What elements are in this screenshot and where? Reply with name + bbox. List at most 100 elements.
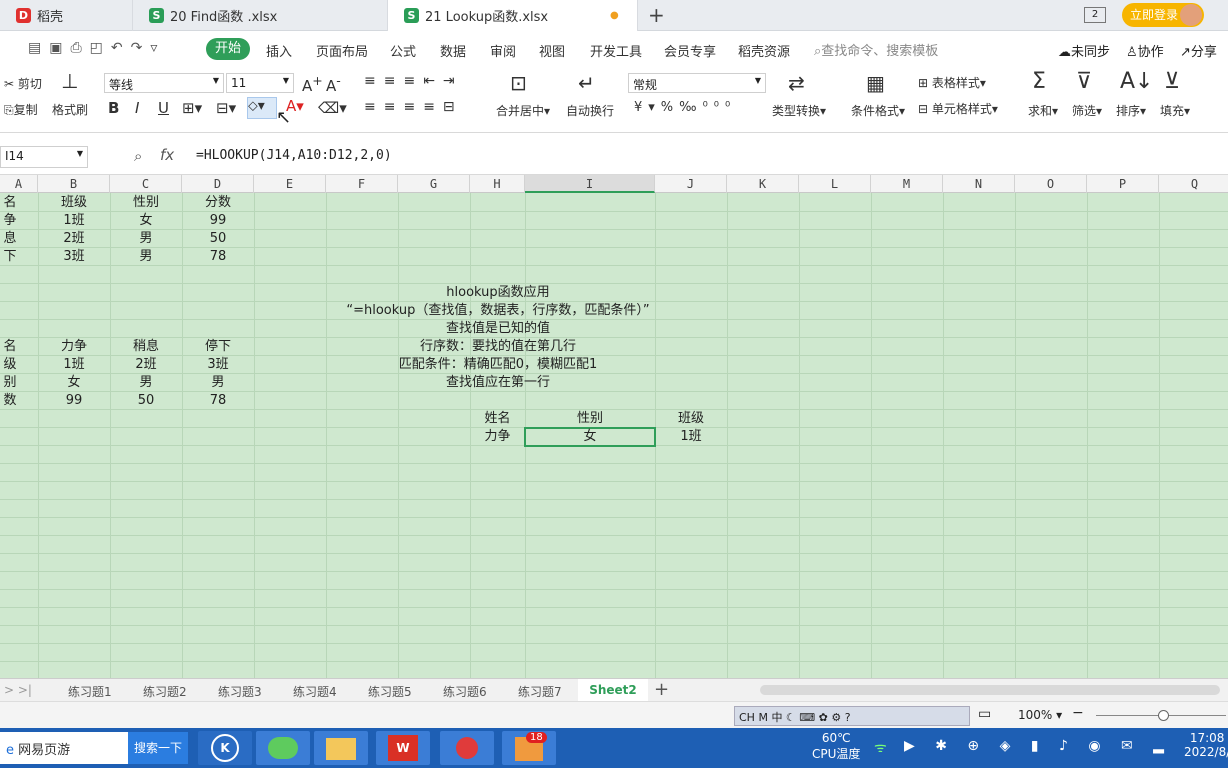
col-header-a[interactable]: A — [0, 175, 38, 193]
quick-access-icons[interactable]: ▤▣⎙◰↶↷▿ — [28, 40, 165, 56]
col-header-b[interactable]: B — [38, 175, 110, 193]
bold-icon[interactable]: B — [108, 99, 119, 117]
cell-a12[interactable]: 别 — [0, 374, 20, 392]
cell-b2[interactable]: 1班 — [38, 212, 110, 230]
align-horizontal-icons[interactable]: ≡≡≡≡⊟ — [364, 99, 463, 115]
cell-h13[interactable]: 姓名 — [470, 410, 525, 428]
col-header-m[interactable]: M — [871, 175, 943, 193]
menu-start-tab[interactable]: 开始 — [206, 38, 250, 60]
cell-b3[interactable]: 2班 — [38, 230, 110, 248]
command-search[interactable]: ⌕查找命令、搜索模板 — [814, 40, 938, 59]
cell-d4[interactable]: 78 — [182, 248, 254, 266]
col-header-g[interactable]: G — [398, 175, 470, 193]
cell-c11[interactable]: 2班 — [110, 356, 182, 374]
type-convert-button[interactable]: 类型转换▾ — [772, 102, 826, 119]
underline-icon[interactable]: U — [158, 99, 169, 117]
menu-member[interactable]: 会员专享 — [664, 41, 716, 60]
ime-toolbar[interactable]: CH M 中 ☾ ⌨ ✿ ⚙ ? — [734, 706, 970, 726]
page-view-icon[interactable]: ▭ — [978, 706, 991, 722]
search-button[interactable]: 搜索一下 — [128, 732, 188, 764]
cell-a10[interactable]: 名 — [0, 338, 20, 356]
sheet-tab-7[interactable]: 练习题7 — [518, 683, 562, 700]
col-header-k[interactable]: K — [727, 175, 799, 193]
cell-a11[interactable]: 级 — [0, 356, 20, 374]
font-size-select[interactable]: 11 ▼ — [226, 73, 294, 93]
cell-a2[interactable]: 争 — [0, 212, 20, 230]
cell-h14[interactable]: 力争 — [470, 428, 525, 446]
col-header-j[interactable]: J — [655, 175, 727, 193]
sheet-tab-3[interactable]: 练习题3 — [218, 683, 262, 700]
wechat-icon[interactable] — [256, 731, 310, 765]
tab-lookup-file[interactable]: S 21 Lookup函数.xlsx ● — [388, 0, 638, 31]
cell-b1[interactable]: 班级 — [38, 194, 110, 212]
menu-data[interactable]: 数据 — [440, 41, 466, 60]
font-shrink-icon[interactable]: A- — [326, 73, 341, 95]
cell-d2[interactable]: 99 — [182, 212, 254, 230]
font-name-select[interactable]: 等线 ▼ — [104, 73, 224, 93]
cell-b12[interactable]: 女 — [38, 374, 110, 392]
name-box[interactable]: I14 ▼ — [0, 146, 88, 168]
col-header-l[interactable]: L — [799, 175, 871, 193]
clock[interactable]: 17:08 2022/8/ — [1184, 731, 1228, 759]
cell-d13[interactable]: 78 — [182, 392, 254, 410]
col-header-c[interactable]: C — [110, 175, 182, 193]
cell-a4[interactable]: 下 — [0, 248, 20, 266]
browser-search-box[interactable]: e 网易页游 — [0, 732, 128, 764]
menu-formula[interactable]: 公式 — [390, 41, 416, 60]
col-header-q[interactable]: Q — [1159, 175, 1228, 193]
zoom-slider-thumb[interactable] — [1158, 710, 1169, 721]
tab-docer[interactable]: D 稻壳 — [0, 0, 133, 31]
italic-icon[interactable]: I — [135, 99, 139, 117]
col-header-p[interactable]: P — [1087, 175, 1159, 193]
sheet-tab-2[interactable]: 练习题2 — [143, 683, 187, 700]
collab-button[interactable]: ♙协作 — [1126, 41, 1164, 60]
add-sheet-icon[interactable]: + — [654, 679, 669, 700]
align-vertical-icons[interactable]: ≡≡≡⇤⇥ — [364, 73, 463, 89]
cell-c10[interactable]: 稍息 — [110, 338, 182, 356]
sheet-nav-icons[interactable]: > >| — [4, 683, 32, 697]
page-count-badge[interactable]: 2 — [1084, 7, 1106, 23]
spreadsheet-grid[interactable]: A B C D E F G H I J K L M N O P Q 名 班级 性… — [0, 175, 1228, 678]
merge-center-button[interactable]: 合并居中▾ — [496, 102, 550, 119]
cell-c13[interactable]: 50 — [110, 392, 182, 410]
conditional-format-button[interactable]: 条件格式▾ — [851, 102, 905, 119]
share-button[interactable]: ↗分享 — [1180, 41, 1217, 60]
new-tab-icon[interactable]: + — [648, 3, 665, 27]
cell-style-button[interactable]: ⊟ 单元格样式▾ — [918, 100, 998, 117]
formula-input[interactable]: =HLOOKUP(J14,A10:D12,2,0) — [186, 146, 1228, 168]
wrap-text-button[interactable]: 自动换行 — [566, 102, 614, 119]
cell-c4[interactable]: 男 — [110, 248, 182, 266]
cell-d3[interactable]: 50 — [182, 230, 254, 248]
menu-developer[interactable]: 开发工具 — [590, 41, 642, 60]
sheet-tab-4[interactable]: 练习题4 — [293, 683, 337, 700]
col-header-o[interactable]: O — [1015, 175, 1087, 193]
col-header-f[interactable]: F — [326, 175, 398, 193]
cell-i13[interactable]: 性别 — [525, 410, 655, 428]
zoom-search-icon[interactable]: ⌕ — [134, 147, 142, 165]
menu-review[interactable]: 审阅 — [490, 41, 516, 60]
cell-j14[interactable]: 1班 — [655, 428, 727, 446]
cell-a1[interactable]: 名 — [0, 194, 20, 212]
sheet-tab-5[interactable]: 练习题5 — [368, 683, 412, 700]
sheet-tab-active[interactable]: Sheet2 — [578, 679, 648, 701]
col-header-i[interactable]: I — [525, 175, 655, 193]
col-header-d[interactable]: D — [182, 175, 254, 193]
cell-d12[interactable]: 男 — [182, 374, 254, 392]
menu-insert[interactable]: 插入 — [266, 41, 292, 60]
sum-button[interactable]: 求和▾ — [1028, 102, 1058, 119]
menu-view[interactable]: 视图 — [539, 41, 565, 60]
fx-icon[interactable]: fx — [160, 146, 174, 164]
number-format-icons[interactable]: ¥▾%‰⁰⁰⁰ — [634, 100, 736, 115]
cell-b13[interactable]: 99 — [38, 392, 110, 410]
cell-c12[interactable]: 男 — [110, 374, 182, 392]
cell-c3[interactable]: 男 — [110, 230, 182, 248]
cell-b10[interactable]: 力争 — [38, 338, 110, 356]
k-app-icon[interactable]: K — [198, 731, 252, 765]
horizontal-scrollbar[interactable] — [760, 685, 1220, 695]
cell-d11[interactable]: 3班 — [182, 356, 254, 374]
sheet-tab-6[interactable]: 练习题6 — [443, 683, 487, 700]
cell-d10[interactable]: 停下 — [182, 338, 254, 356]
cell-style-icon[interactable]: ⊟▾ — [216, 99, 236, 117]
cell-b4[interactable]: 3班 — [38, 248, 110, 266]
border-icon[interactable]: ⊞▾ — [182, 99, 202, 117]
